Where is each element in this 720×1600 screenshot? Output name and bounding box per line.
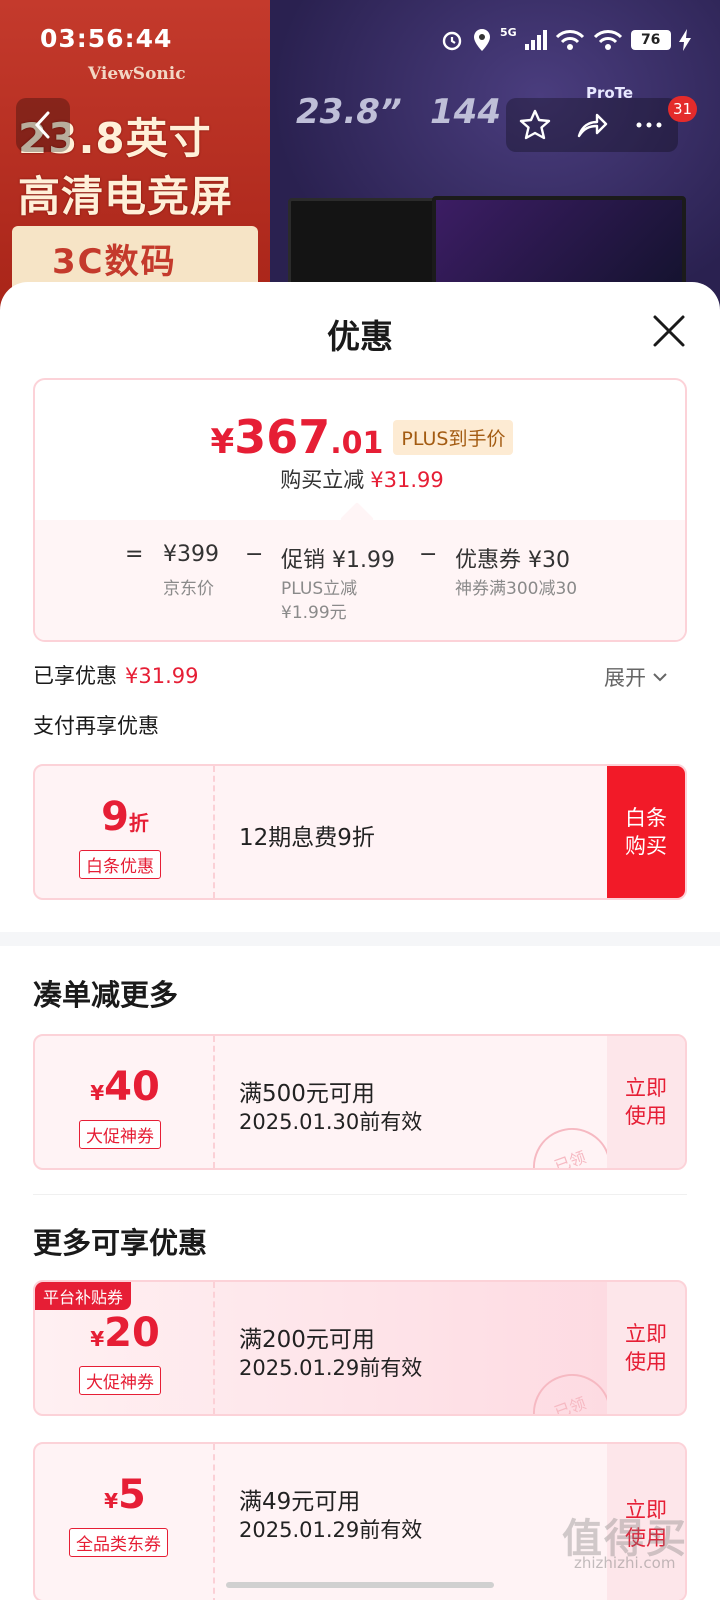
section-line <box>33 1194 687 1195</box>
cart-count-badge: 31 <box>668 96 698 122</box>
price-breakdown: = ¥399 京东价 − 促销 ¥1.99 PLUS立减 ¥1.99元 − 优惠… <box>35 520 685 640</box>
more-icon[interactable] <box>632 108 666 142</box>
coupon-value: ¥5 <box>104 1472 146 1518</box>
pay-more-label: 支付再享优惠 <box>33 714 159 738</box>
promo-label-amount: ¥1.99元 <box>281 603 347 623</box>
coupon-value: ¥40 <box>90 1064 160 1110</box>
status-time: 03:56:44 <box>40 24 173 53</box>
use-coupon-button[interactable]: 立即 使用 <box>607 1282 685 1414</box>
back-button[interactable] <box>16 98 70 152</box>
promo-category-text: 3C数码 <box>52 242 177 282</box>
charging-icon <box>678 29 691 51</box>
coupon-validity: 2025.01.30前有效 <box>239 1110 423 1134</box>
discount-sheet: 优惠 ¥ 367 .01 PLUS到手价 购买立减 ¥31.99 = ¥399 京… <box>0 282 720 1600</box>
enjoyed-amount: ¥31.99 <box>125 664 199 688</box>
coupon-tag: 大促神券 <box>79 1366 161 1395</box>
coupon-condition: 满500元可用 <box>239 1081 375 1107</box>
wifi-icon-2 <box>593 30 622 50</box>
brand-logo: ViewSonic <box>88 64 186 84</box>
enjoyed-label: 已享优惠 <box>33 664 117 688</box>
baitiao-buy-button[interactable]: 白条 购买 <box>607 766 685 898</box>
formula-equals: = <box>125 542 144 567</box>
coupon-value: ¥20 <box>90 1310 160 1356</box>
coupon-card-20: ¥20 大促神券 平台补贴券 满200元可用 2025.01.29前有效 已领 … <box>33 1280 687 1416</box>
price-decimal: .01 <box>330 426 384 461</box>
price-integer: 367 <box>234 410 331 464</box>
platform-subsidy-badge: 平台补贴券 <box>35 1282 132 1310</box>
reduce-label: 购买立减 <box>280 468 365 492</box>
promo-title-text: 高清电竞屏 <box>18 172 234 221</box>
star-icon[interactable] <box>518 108 552 142</box>
price-currency: ¥ <box>210 422 235 462</box>
coupon-value-panel: ¥5 全品类东券 <box>35 1444 215 1600</box>
expand-label: 展开 <box>604 666 646 690</box>
top-action-group <box>506 98 678 152</box>
promo-amount: 促销 ¥1.99 <box>281 548 395 573</box>
baitiao-value-panel: 9折 白条优惠 <box>35 766 215 898</box>
formula-minus-2: − <box>419 542 438 567</box>
baitiao-offer-card: 9折 白条优惠 12期息费9折 白条 购买 <box>33 764 687 900</box>
close-icon <box>653 315 685 347</box>
expand-toggle[interactable]: 展开 <box>604 662 668 692</box>
baitiao-tag: 白条优惠 <box>79 850 161 879</box>
coupon-validity: 2025.01.29前有效 <box>239 1356 423 1380</box>
coupon-tag: 大促神券 <box>79 1120 161 1149</box>
reduce-amount: ¥31.99 <box>370 468 444 492</box>
chevron-left-icon <box>34 111 50 139</box>
share-icon[interactable] <box>575 108 609 142</box>
spec-size-text: 23.8” <box>296 92 402 132</box>
baitiao-value: 9折 <box>101 794 149 840</box>
network-type: 5G <box>500 26 517 39</box>
coupon-value-panel: ¥40 大促神券 <box>35 1036 215 1168</box>
purchase-reduce-line: 购买立减 ¥31.99 <box>35 464 685 494</box>
section-divider <box>0 932 720 946</box>
watermark-url: zhizhizhi.com <box>574 1554 676 1572</box>
spec-refresh-text: 144 <box>430 92 501 132</box>
chevron-down-icon <box>653 673 667 682</box>
final-price-row: ¥ 367 .01 PLUS到手价 <box>35 410 685 464</box>
plus-price-tag: PLUS到手价 <box>393 420 514 455</box>
price-summary-card: ¥ 367 .01 PLUS到手价 购买立减 ¥31.99 = ¥399 京东价 … <box>33 378 687 642</box>
coupon-validity: 2025.01.29前有效 <box>239 1518 423 1542</box>
status-icons: 5G 76 <box>440 26 691 54</box>
enjoyed-discount-row: 已享优惠 ¥31.99 <box>33 660 198 690</box>
battery-indicator: 76 <box>630 30 671 50</box>
close-button[interactable] <box>646 308 692 354</box>
promo-label: PLUS立减 <box>281 579 358 599</box>
coupon-card-40: ¥40 大促神券 满500元可用 2025.01.30前有效 已领 立即 使用 <box>33 1034 687 1170</box>
home-indicator[interactable] <box>226 1582 494 1588</box>
coupon-condition: 满200元可用 <box>239 1327 375 1353</box>
sheet-title: 优惠 <box>327 317 393 356</box>
alarm-icon <box>442 31 462 51</box>
formula-minus-1: − <box>245 542 264 567</box>
coupon-condition: 满49元可用 <box>239 1489 361 1515</box>
base-price-label: 京东价 <box>163 579 214 599</box>
coupon-amount: 优惠券 ¥30 <box>455 548 570 573</box>
coupon-tag: 全品类东券 <box>69 1528 168 1557</box>
base-price: ¥399 <box>163 542 219 567</box>
signal-icon <box>524 30 547 50</box>
coupon-label: 神券满300减30 <box>455 579 578 599</box>
price-top-section: ¥ 367 .01 PLUS到手价 购买立减 ¥31.99 <box>35 380 685 520</box>
section-title-more: 更多可享优惠 <box>33 1226 208 1260</box>
section-title-bundle: 凑单减更多 <box>33 978 179 1012</box>
wifi-icon <box>555 30 584 50</box>
location-icon <box>474 29 490 51</box>
use-coupon-button[interactable]: 立即 使用 <box>607 1036 685 1168</box>
baitiao-desc: 12期息费9折 <box>239 825 375 851</box>
